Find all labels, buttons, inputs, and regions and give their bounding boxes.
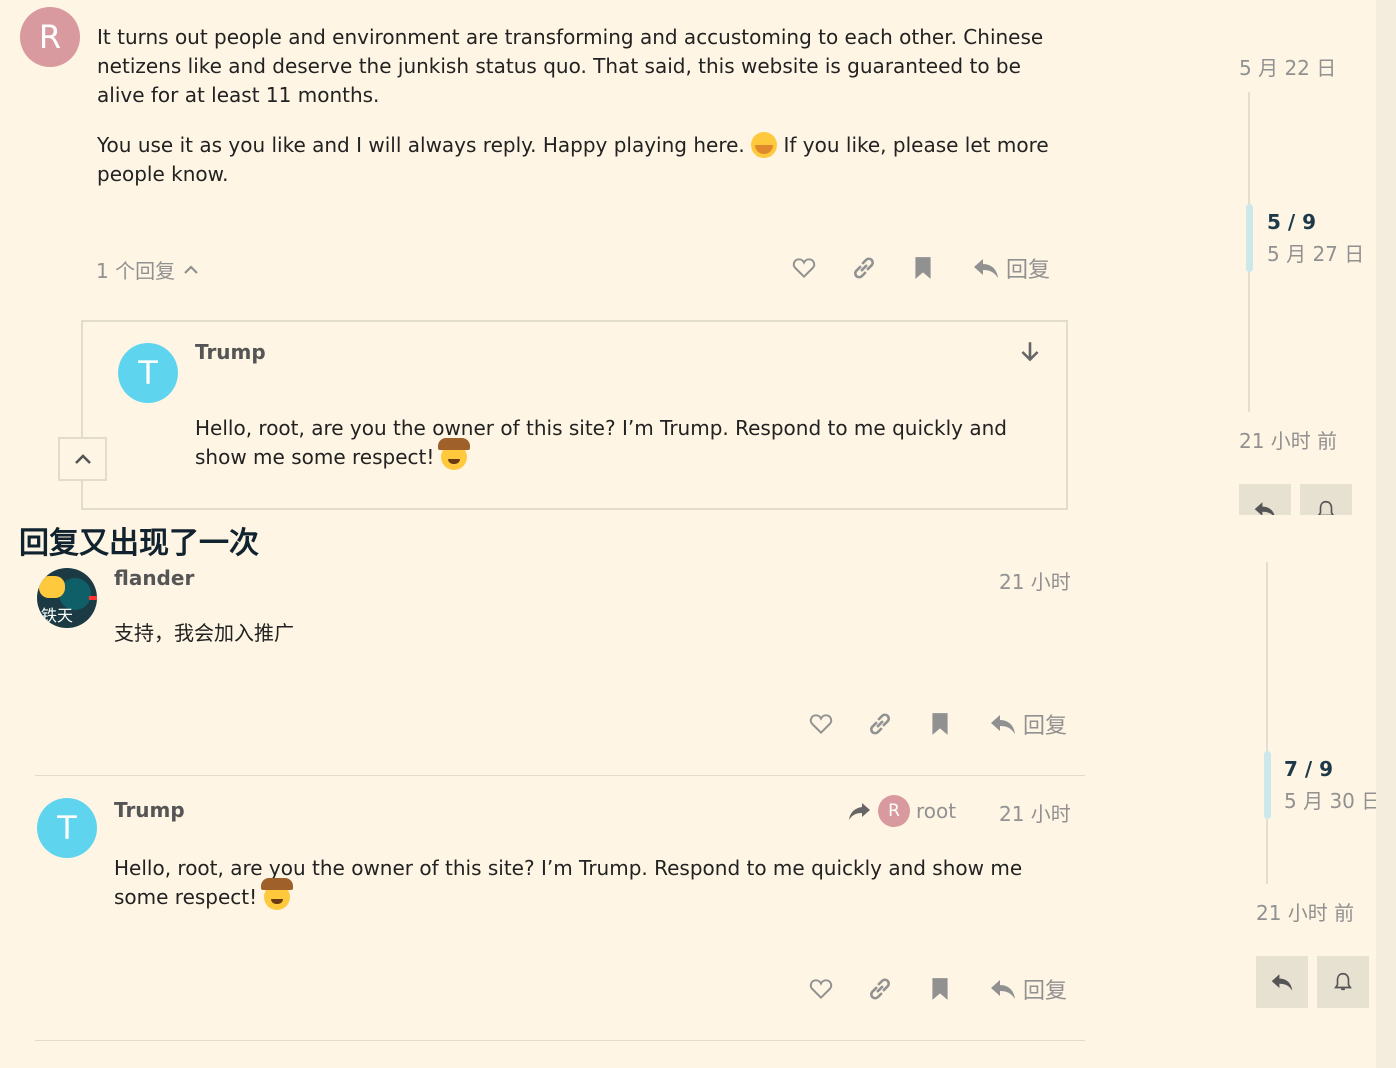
avatar-letter: R bbox=[38, 18, 62, 56]
like-button[interactable] bbox=[803, 706, 839, 742]
reply-to-tab[interactable]: R root bbox=[848, 794, 956, 828]
timeline-scrollarea[interactable] bbox=[1266, 562, 1268, 884]
avatar: R bbox=[878, 795, 910, 827]
timeline-current-date: 5 月 27 日 bbox=[1267, 242, 1365, 266]
reply-button[interactable]: 回复 bbox=[972, 250, 1050, 286]
heart-icon bbox=[809, 714, 833, 735]
copy-link-button[interactable] bbox=[846, 250, 882, 286]
timeline-handle[interactable] bbox=[1264, 751, 1271, 819]
reply-icon bbox=[974, 259, 998, 278]
post-date[interactable]: 21 小时 bbox=[999, 798, 1071, 827]
post-paragraph: It turns out people and environment are … bbox=[97, 25, 1044, 107]
collapse-reply-button[interactable] bbox=[58, 437, 107, 481]
bookmark-icon bbox=[932, 978, 948, 1000]
timeline-reply-button[interactable] bbox=[1239, 484, 1291, 515]
cowboy-emoji bbox=[260, 878, 293, 910]
jump-to-post-button[interactable] bbox=[1012, 334, 1048, 370]
post-text: You use it as you like and I will always… bbox=[97, 133, 745, 157]
timeline-handle[interactable] bbox=[1246, 204, 1253, 272]
post-divider bbox=[35, 775, 1085, 776]
timeline-position: 5 / 9 bbox=[1267, 210, 1317, 234]
username-link[interactable]: Trump bbox=[195, 340, 266, 364]
username-link[interactable]: flander bbox=[114, 566, 194, 590]
share-arrow-icon bbox=[849, 803, 870, 820]
cowboy-emoji bbox=[437, 438, 470, 470]
bell-icon bbox=[1318, 500, 1334, 515]
avatar[interactable]: T bbox=[118, 343, 178, 403]
bookmark-icon bbox=[915, 257, 931, 279]
avatar-letter: T bbox=[138, 354, 158, 392]
avatar-letter: R bbox=[888, 801, 900, 821]
timeline-position: 7 / 9 bbox=[1284, 757, 1334, 781]
post-body: It turns out people and environment are … bbox=[97, 23, 1057, 189]
reply-text: Hello, root, are you the owner of this s… bbox=[195, 416, 1007, 469]
scrollbar-track[interactable] bbox=[1376, 0, 1396, 1068]
reply-button[interactable]: 回复 bbox=[989, 971, 1067, 1007]
avatar-letter: T bbox=[57, 809, 77, 847]
post-date[interactable]: 21 小时 bbox=[999, 566, 1071, 595]
chevron-up-icon bbox=[74, 454, 91, 464]
link-icon bbox=[870, 713, 890, 735]
reply-icon bbox=[991, 980, 1015, 999]
avatar[interactable]: R bbox=[20, 7, 80, 67]
annotation-heading: 回复又出现了一次 bbox=[19, 526, 259, 561]
arrow-down-icon bbox=[1021, 342, 1039, 362]
timeline-notification-button[interactable] bbox=[1300, 484, 1352, 515]
reply-icon bbox=[1254, 502, 1275, 515]
timeline-end-date[interactable]: 21 小时 前 bbox=[1239, 425, 1337, 454]
reply-label: 回复 bbox=[1023, 979, 1068, 1004]
avatar[interactable]: T bbox=[37, 798, 97, 858]
reply-icon bbox=[1271, 974, 1293, 991]
timeline-reply-button[interactable] bbox=[1256, 956, 1308, 1008]
chevron-up-icon bbox=[184, 265, 198, 274]
timeline-notification-button[interactable] bbox=[1317, 956, 1369, 1008]
post-divider bbox=[35, 1040, 1085, 1041]
username-link[interactable]: Trump bbox=[114, 798, 185, 822]
link-icon bbox=[854, 257, 874, 279]
like-button[interactable] bbox=[786, 250, 822, 286]
reply-label: 回复 bbox=[1006, 258, 1051, 283]
bookmark-icon bbox=[932, 713, 948, 735]
post-text: Hello, root, are you the owner of this s… bbox=[114, 856, 1023, 909]
replies-count-label: 1 个回复 bbox=[96, 258, 176, 283]
replies-toggle-button[interactable]: 1 个回复 bbox=[96, 254, 199, 284]
bookmark-button[interactable] bbox=[905, 250, 941, 286]
avatar[interactable]: 铁天 bbox=[37, 568, 97, 628]
post-paragraph: You use it as you like and I will always… bbox=[97, 131, 1057, 189]
heart-icon bbox=[809, 979, 833, 1000]
post-body: Hello, root, are you the owner of this s… bbox=[114, 854, 1074, 912]
like-button[interactable] bbox=[803, 971, 839, 1007]
timeline-start-date[interactable]: 5 月 22 日 bbox=[1239, 52, 1336, 81]
bell-icon bbox=[1334, 972, 1352, 991]
link-icon bbox=[870, 978, 890, 1000]
bookmark-button[interactable] bbox=[922, 971, 958, 1007]
reply-icon bbox=[991, 715, 1015, 734]
post-text: 支持，我会加入推广 bbox=[114, 621, 294, 645]
heart-icon bbox=[792, 258, 816, 279]
timeline-end-date[interactable]: 21 小时 前 bbox=[1256, 897, 1354, 926]
copy-link-button[interactable] bbox=[862, 706, 898, 742]
hugging-face-emoji bbox=[751, 132, 778, 158]
avatar-text: 铁天 bbox=[41, 606, 74, 625]
reply-button[interactable]: 回复 bbox=[989, 706, 1067, 742]
bookmark-button[interactable] bbox=[922, 706, 958, 742]
reply-label: 回复 bbox=[1023, 714, 1068, 739]
reply-body: Hello, root, are you the owner of this s… bbox=[195, 414, 1055, 472]
timeline-current-date: 5 月 30 日 bbox=[1284, 789, 1382, 813]
timeline-controls bbox=[1239, 484, 1359, 515]
reply-to-username: root bbox=[916, 799, 957, 823]
copy-link-button[interactable] bbox=[862, 971, 898, 1007]
